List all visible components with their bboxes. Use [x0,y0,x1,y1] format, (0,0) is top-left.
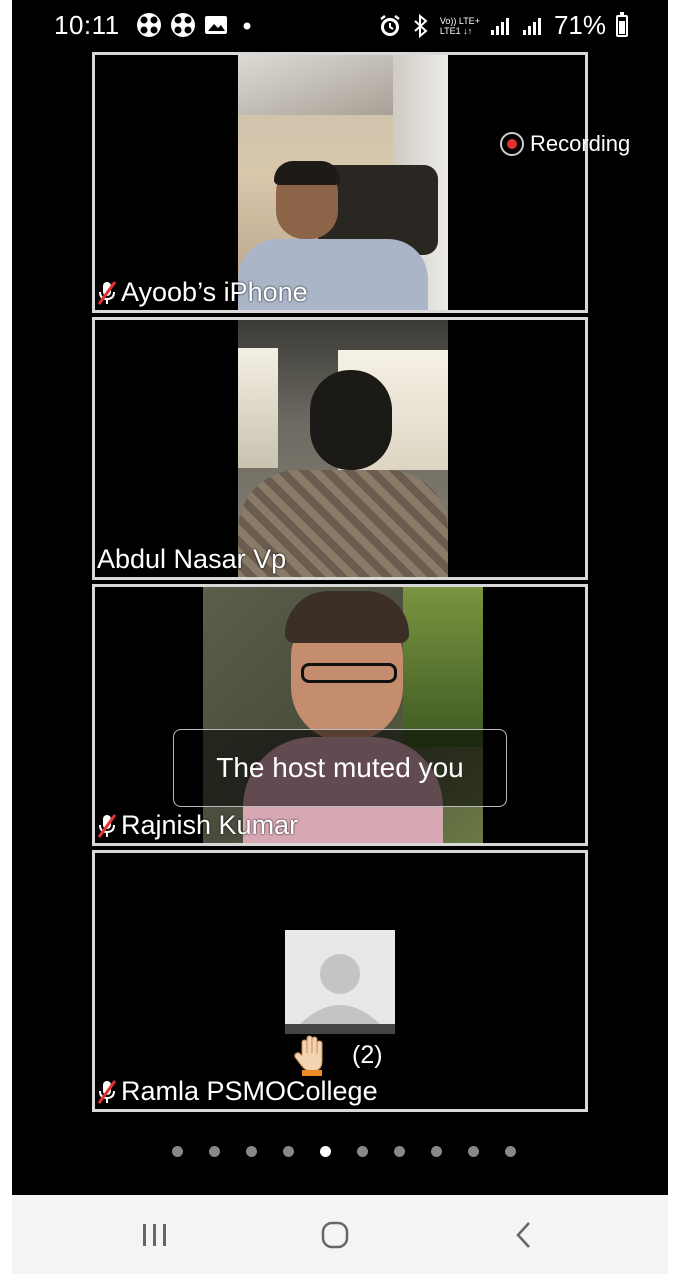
notification-icons [136,12,258,38]
zoom-meeting-screen: 10:11 Vo)) LTE+ LTE1 ↓↑ 71% Ayoob’s iPho… [12,0,668,1195]
dot-icon [243,22,251,30]
participant-name-label: Ayoob’s iPhone [121,277,308,307]
volte-label-bottom: LTE1 ↓↑ [439,25,473,36]
back-button[interactable] [508,1217,538,1253]
signal-icon [522,17,541,35]
page-dot[interactable] [209,1146,220,1157]
page-dot[interactable] [468,1146,479,1157]
recording-label: Recording [530,131,631,156]
raised-hand-icon [294,1035,323,1076]
battery-percent: 71% [553,10,606,40]
participant-name: Rajnish Kumar [97,810,298,841]
home-icon [321,1221,349,1249]
android-nav-bar [12,1195,668,1274]
participant-name: Ramla PSMOCollege [97,1076,378,1107]
recent-apps-icon [143,1224,166,1246]
participant-tile[interactable]: Ayoob’s iPhone [92,52,588,313]
participant-tile[interactable]: Abdul Nasar Vp [92,317,588,580]
recent-apps-button[interactable] [138,1217,172,1253]
default-avatar [285,930,395,1034]
battery-icon [616,11,628,37]
image-icon [205,16,227,34]
participant-name-label: Abdul Nasar Vp [97,544,287,574]
bluetooth-icon [414,13,428,38]
page-dot[interactable] [283,1146,294,1157]
page-dot[interactable] [505,1146,516,1157]
page-dot[interactable] [431,1146,442,1157]
alarm-icon [380,14,400,36]
pinwheel-icon [137,13,161,37]
recording-indicator: Recording [500,131,630,157]
status-time: 10:11 [54,10,120,40]
host-muted-toast: The host muted you [173,729,507,807]
participant-name-label: Ramla PSMOCollege [121,1076,378,1106]
page-indicator[interactable] [172,1146,516,1157]
page-dot[interactable] [246,1146,257,1157]
participant-name: Ayoob’s iPhone [97,277,308,308]
user-placeholder-icon [285,930,395,1034]
record-icon [500,132,524,156]
volte-label-top: Vo)) LTE+ [439,15,480,26]
pinwheel-icon [171,13,195,37]
back-icon [516,1222,530,1248]
volte-icon: Vo)) LTE+ LTE1 ↓↑ [440,16,480,36]
participant-video [203,587,483,843]
home-button[interactable] [318,1217,352,1253]
page-dot[interactable] [320,1146,331,1157]
mic-muted-icon [97,1079,117,1104]
participant-name: Abdul Nasar Vp [97,544,286,575]
participant-name-label: Rajnish Kumar [121,810,299,840]
raised-hand-indicator: (2) [290,1033,383,1077]
mic-muted-icon [97,280,117,305]
raised-hand-count: (2) [352,1040,383,1069]
page-dot[interactable] [172,1146,183,1157]
status-bar: 10:11 Vo)) LTE+ LTE1 ↓↑ 71% [12,0,668,52]
system-icons: Vo)) LTE+ LTE1 ↓↑ 71% [378,10,628,41]
mic-muted-icon [97,813,117,838]
participant-video [238,55,448,310]
page-dot[interactable] [394,1146,405,1157]
page-dot[interactable] [357,1146,368,1157]
participant-video [238,320,448,577]
signal-icon [490,17,509,35]
